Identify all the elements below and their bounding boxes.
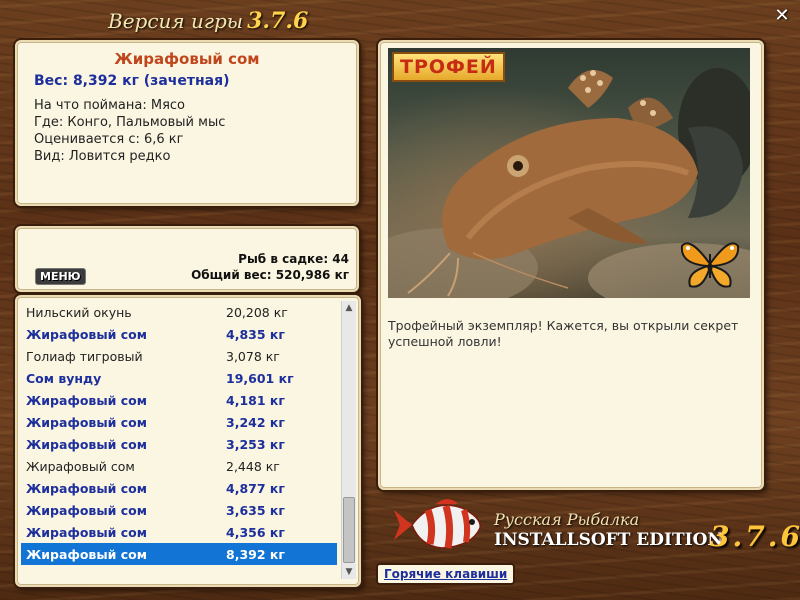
list-item-weight: 4,877 кг [226,481,285,496]
list-item[interactable]: Жирафовый сом 2,448 кг [21,455,337,477]
hotkeys-link[interactable]: Горячие клавиши [376,563,516,585]
list-scrollbar[interactable]: ▲ ▼ [341,301,356,579]
bait-info: На что поймана: Мясо [34,98,186,113]
window-title: Версия игры 3.7.6 [108,8,308,34]
catch-list-panel: Нильский окунь 20,208 кг Жирафовый сом 4,83… [15,295,361,587]
title-prefix: Версия игры [108,9,244,33]
list-item-weight: 20,208 кг [226,305,288,320]
list-item-name: Жирафовый сом [26,393,147,408]
total-weight: Общий вес: 520,986 кг [191,268,349,282]
list-item-weight: 4,356 кг [226,525,285,540]
list-item[interactable]: Жирафовый сом 4,181 кг [21,389,337,411]
list-item-name: Жирафовый сом [26,327,147,342]
list-item-weight: 3,242 кг [226,415,285,430]
brand-version: 3.7.6 [710,520,800,553]
list-item-name: Нильский окунь [26,305,132,320]
list-item-weight: 3,078 кг [226,349,280,364]
catch-list: Нильский окунь 20,208 кг Жирафовый сом 4,83… [21,301,337,565]
list-item-weight: 19,601 кг [226,371,294,386]
chevron-down-icon[interactable]: ▼ [342,565,356,579]
list-item-name: Жирафовый сом [26,503,147,518]
list-item-weight: 3,635 кг [226,503,285,518]
fish-photo: ТРОФЕЙ [388,48,750,298]
list-item-name: Сом вунду [26,371,102,386]
list-item[interactable]: Голиаф тигровый 3,078 кг [21,345,337,367]
fish-weight: Вес: 8,392 кг (зачетная) [34,73,230,89]
list-item-name: Жирафовый сом [26,415,147,430]
title-version: 3.7.6 [247,8,309,34]
fish-count: Рыб в садке: 44 [238,252,349,266]
list-item-weight: 2,448 кг [226,459,280,474]
list-item-weight: 4,835 кг [226,327,285,342]
brand-title: Русская Рыбалка [494,510,640,529]
list-item-name: Жирафовый сом [26,525,147,540]
valued-from-info: Оценивается с: 6,6 кг [34,132,184,147]
list-item-weight: 4,181 кг [226,393,285,408]
fish-name: Жирафовый сом [114,50,260,68]
brand-edition: INSTALLSOFT EDITION [494,530,723,550]
menu-button[interactable]: МЕНЮ [35,268,86,285]
list-item[interactable]: Жирафовый сом 3,242 кг [21,411,337,433]
rarity-info: Вид: Ловится редко [34,149,171,164]
trophy-description: Трофейный экземпляр! Кажется, вы открыли… [388,318,739,349]
list-item[interactable]: Сом вунду 19,601 кг [21,367,337,389]
location-info: Где: Конго, Пальмовый мыс [34,115,226,130]
list-item[interactable]: Жирафовый сом 3,635 кг [21,499,337,521]
list-item[interactable]: Жирафовый сом 8,392 кг [21,543,337,565]
butterfly-icon [680,242,740,288]
close-icon[interactable]: ✕ [772,6,792,26]
fish-logo-icon [394,499,481,549]
list-item-name: Жирафовый сом [26,437,147,452]
list-item[interactable]: Жирафовый сом 3,253 кг [21,433,337,455]
scrollbar-thumb[interactable] [343,497,355,563]
list-item-name: Жирафовый сом [26,459,135,474]
list-item-name: Голиаф тигровый [26,349,143,364]
list-item-weight: 8,392 кг [226,547,285,562]
list-item[interactable]: Нильский окунь 20,208 кг [21,301,337,323]
trophy-photo-panel: ТРОФЕЙ Трофейный экземпляр! Кажется, вы … [378,40,764,490]
list-item-name: Жирафовый сом [26,547,147,562]
list-item[interactable]: Жирафовый сом 4,877 кг [21,477,337,499]
catch-info-panel: Жирафовый сом Вес: 8,392 кг (зачетная) Н… [15,40,359,206]
list-item[interactable]: Жирафовый сом 4,356 кг [21,521,337,543]
list-item-weight: 3,253 кг [226,437,285,452]
chevron-up-icon[interactable]: ▲ [342,301,356,315]
trophy-badge: ТРОФЕЙ [392,52,505,82]
list-item-name: Жирафовый сом [26,481,147,496]
cage-stats-panel: МЕНЮ Рыб в садке: 44 Общий вес: 520,986 … [15,226,359,292]
list-item[interactable]: Жирафовый сом 4,835 кг [21,323,337,345]
